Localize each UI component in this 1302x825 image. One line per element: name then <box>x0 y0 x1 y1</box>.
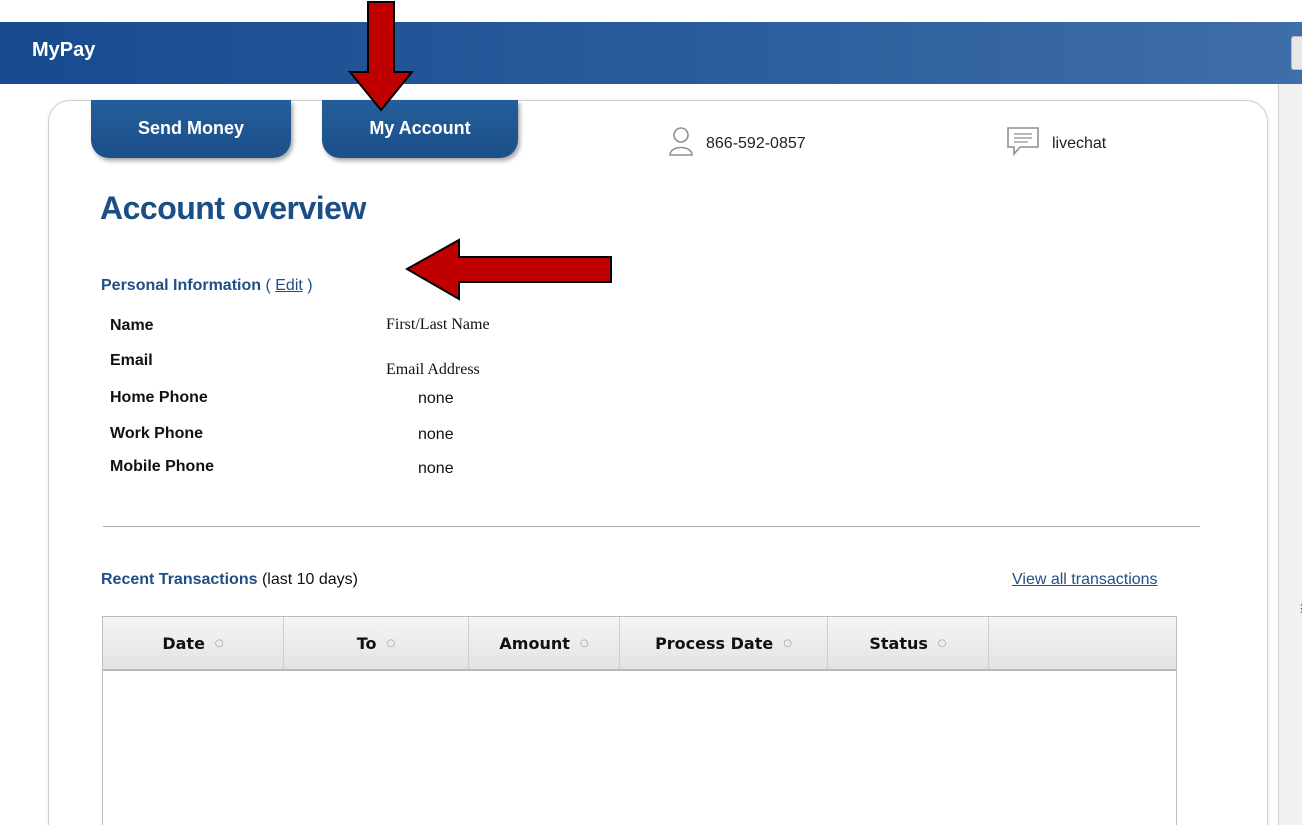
recent-transactions-subtitle: (last 10 days) <box>257 571 358 588</box>
phone-number: 866-592-0857 <box>706 134 806 152</box>
livechat-link[interactable]: livechat <box>1006 126 1106 161</box>
page: MyPay ⋮ Send Money My Account 866-592-08… <box>0 0 1302 825</box>
column-header-date[interactable]: Date ○ <box>103 617 284 669</box>
view-all-transactions-link[interactable]: View all transactions <box>1012 571 1158 589</box>
field-label-name: Name <box>110 317 154 334</box>
table-header: Date ○ To ○ Amount ○ Process Date ○ Status ○ <box>103 617 1176 671</box>
scrollbar[interactable]: ⋮ <box>1278 84 1302 825</box>
sort-icon[interactable]: ○ <box>783 638 792 649</box>
column-label-status: Status <box>869 633 928 653</box>
field-value-name: First/Last Name <box>386 316 490 333</box>
arrow-left-annotation-icon <box>404 238 612 301</box>
field-value-work-phone: none <box>418 426 454 443</box>
tab-send-money[interactable]: Send Money <box>91 100 291 158</box>
column-header-status[interactable]: Status ○ <box>828 617 989 669</box>
phone-contact[interactable]: 866-592-0857 <box>668 126 806 161</box>
field-value-email: Email Address <box>386 361 480 378</box>
recent-transactions-heading: Recent Transactions (last 10 days) <box>101 571 358 589</box>
sort-icon[interactable]: ○ <box>580 638 589 649</box>
arrow-down-annotation-icon <box>348 1 414 112</box>
edit-paren-open: ( <box>261 277 276 294</box>
field-label-home-phone: Home Phone <box>110 389 208 406</box>
column-header-to[interactable]: To ○ <box>284 617 469 669</box>
field-label-mobile-phone: Mobile Phone <box>110 458 214 475</box>
column-label-to: To <box>356 633 377 653</box>
column-label-process-date: Process Date <box>655 633 774 653</box>
field-label-work-phone: Work Phone <box>110 425 204 442</box>
column-header-process-date[interactable]: Process Date ○ <box>620 617 828 669</box>
edit-link[interactable]: Edit <box>275 277 303 294</box>
edit-paren-close: ) <box>302 277 313 294</box>
sort-icon[interactable]: ○ <box>387 638 396 649</box>
recent-transactions-title: Recent Transactions <box>101 571 258 588</box>
person-icon <box>668 126 694 161</box>
section-divider <box>103 526 1200 527</box>
app-title-bar: MyPay <box>0 22 1302 84</box>
page-title: Account overview <box>100 190 366 226</box>
field-label-email: Email <box>110 352 153 369</box>
personal-info-title: Personal Information <box>101 277 262 294</box>
personal-info-section: Personal Information ( Edit ) <box>101 277 313 295</box>
window-control[interactable] <box>1291 36 1302 70</box>
sort-icon[interactable]: ○ <box>938 638 947 649</box>
column-header-empty <box>989 617 1176 669</box>
livechat-label: livechat <box>1052 134 1107 152</box>
column-label-amount: Amount <box>499 633 570 653</box>
scrollbar-grip-icon[interactable]: ⋮ <box>1296 602 1302 615</box>
column-header-amount[interactable]: Amount ○ <box>469 617 620 669</box>
column-label-date: Date <box>162 633 205 653</box>
field-value-mobile-phone: none <box>418 460 454 477</box>
transactions-table: Date ○ To ○ Amount ○ Process Date ○ Status ○ <box>102 616 1177 825</box>
field-value-home-phone: none <box>418 390 454 407</box>
sort-icon[interactable]: ○ <box>215 638 224 649</box>
chat-bubble-icon <box>1006 126 1040 161</box>
app-title: MyPay <box>32 39 96 61</box>
